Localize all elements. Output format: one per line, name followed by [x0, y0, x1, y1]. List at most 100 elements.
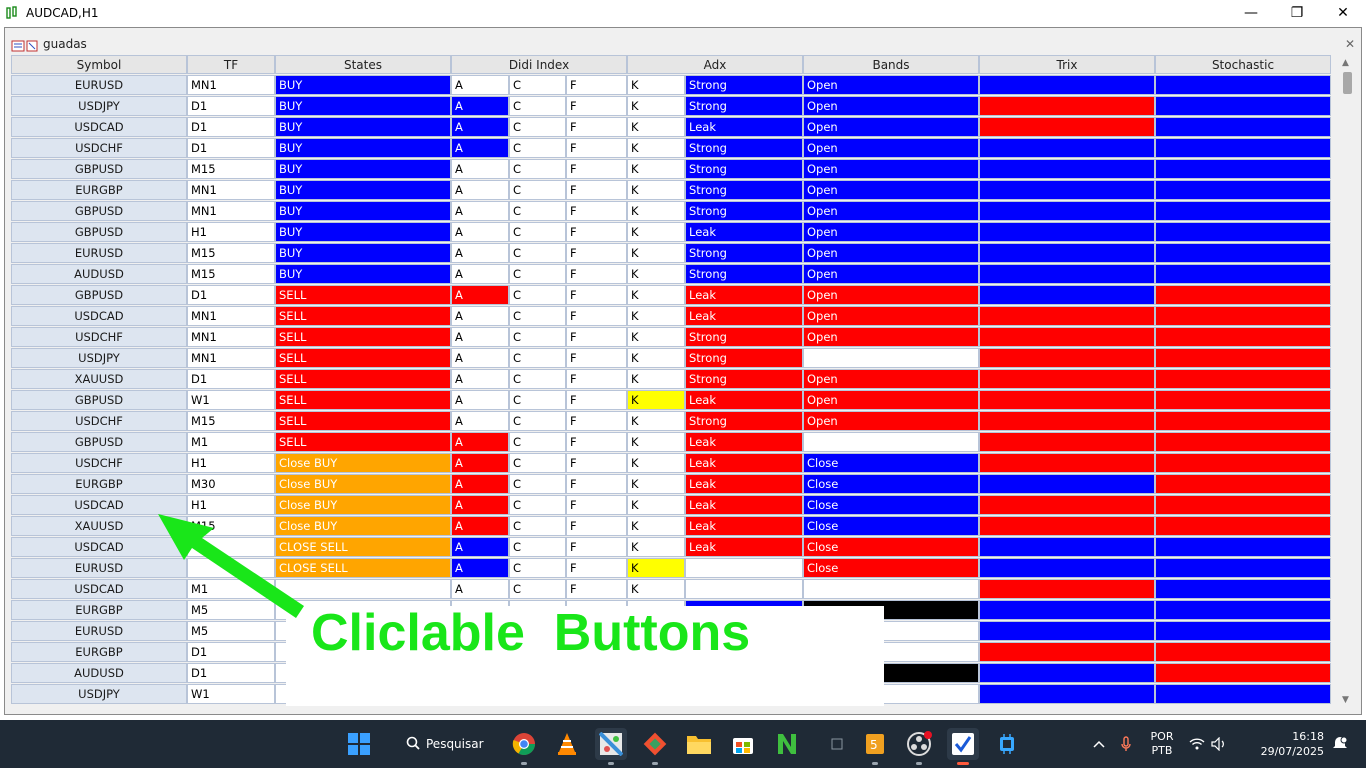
table-row: EURUSD M15 BUY A C F K Strong Open — [11, 243, 1331, 264]
state-button[interactable]: Close BUY — [275, 453, 451, 473]
scroll-up-icon[interactable]: ▲ — [1342, 58, 1349, 68]
notepad-plus-icon[interactable] — [771, 728, 803, 760]
symbol-cell[interactable]: USDCHF — [11, 138, 187, 158]
metatrader-icon[interactable] — [947, 728, 979, 765]
state-button[interactable]: SELL — [275, 327, 451, 347]
column-header[interactable]: TF — [187, 55, 275, 74]
symbol-cell[interactable]: GBPUSD — [11, 432, 187, 452]
green-arrow-icon — [158, 514, 304, 618]
symbol-cell[interactable]: USDJPY — [11, 684, 187, 704]
symbol-cell[interactable]: XAUUSD — [11, 369, 187, 389]
didi-c-cell: C — [509, 138, 566, 158]
vertical-scrollbar[interactable]: ▲ ▼ — [1339, 56, 1356, 707]
wifi-icon[interactable] — [1186, 720, 1208, 768]
state-button[interactable]: BUY — [275, 159, 451, 179]
column-header[interactable]: Adx — [627, 55, 803, 74]
symbol-cell[interactable]: USDCHF — [11, 411, 187, 431]
state-button[interactable]: SELL — [275, 369, 451, 389]
didi-c-cell: C — [509, 495, 566, 515]
state-button[interactable]: SELL — [275, 348, 451, 368]
symbol-cell[interactable]: EURUSD — [11, 75, 187, 95]
chevron-up-icon[interactable] — [1086, 720, 1112, 768]
language-indicator[interactable]: POR PTB — [1142, 720, 1182, 768]
column-header[interactable]: Stochastic — [1155, 55, 1331, 74]
store-icon[interactable] — [727, 728, 759, 760]
stochastic-cell — [1155, 159, 1331, 179]
state-button[interactable]: BUY — [275, 75, 451, 95]
column-header[interactable]: Didi Index — [451, 55, 627, 74]
symbol-cell[interactable]: USDCAD — [11, 117, 187, 137]
column-header[interactable]: States — [275, 55, 451, 74]
timeframe-cell: D1 — [187, 369, 275, 389]
symbol-cell[interactable]: EURGBP — [11, 642, 187, 662]
symbol-cell[interactable]: EURUSD — [11, 621, 187, 641]
notification-icon[interactable] — [1328, 720, 1352, 768]
timeframe-cell: MN1 — [187, 327, 275, 347]
table-row: GBPUSD D1 SELL A C F K Leak Open — [11, 285, 1331, 306]
symbol-cell[interactable]: AUDUSD — [11, 663, 187, 683]
state-button[interactable]: BUY — [275, 96, 451, 116]
state-button[interactable]: BUY — [275, 117, 451, 137]
vlc-icon[interactable] — [551, 728, 583, 760]
state-button[interactable]: BUY — [275, 138, 451, 158]
paint-icon[interactable] — [595, 728, 627, 765]
state-button[interactable]: SELL — [275, 432, 451, 452]
state-button[interactable]: BUY — [275, 264, 451, 284]
app-small-icon[interactable] — [821, 728, 853, 760]
adx-cell: Strong — [685, 264, 803, 284]
didi-f-cell: F — [566, 285, 627, 305]
panel-icon — [11, 38, 38, 52]
state-button[interactable]: SELL — [275, 306, 451, 326]
minimize-button[interactable]: — — [1228, 0, 1274, 25]
adx-cell: Strong — [685, 180, 803, 200]
volume-icon[interactable] — [1208, 720, 1230, 768]
sublime-icon[interactable]: 5 — [859, 728, 891, 765]
panel-header: guadas ✕ — [9, 33, 1357, 55]
maximize-button[interactable]: ❐ — [1274, 0, 1320, 25]
table-row: USDCHF D1 BUY A C F K Strong Open — [11, 138, 1331, 159]
symbol-cell[interactable]: GBPUSD — [11, 285, 187, 305]
state-button[interactable]: SELL — [275, 390, 451, 410]
symbol-cell[interactable]: EURGBP — [11, 180, 187, 200]
obs-icon[interactable] — [903, 728, 935, 765]
symbol-cell[interactable]: USDCHF — [11, 327, 187, 347]
state-button[interactable]: SELL — [275, 411, 451, 431]
symbol-cell[interactable]: GBPUSD — [11, 222, 187, 242]
symbol-cell[interactable]: USDCAD — [11, 306, 187, 326]
column-header[interactable]: Bands — [803, 55, 979, 74]
table-row: AUDUSD M15 BUY A C F K Strong Open — [11, 264, 1331, 285]
stochastic-cell — [1155, 117, 1331, 137]
state-button[interactable]: Close BUY — [275, 474, 451, 494]
symbol-cell[interactable]: EURUSD — [11, 243, 187, 263]
symbol-cell[interactable]: USDJPY — [11, 348, 187, 368]
scroll-down-icon[interactable]: ▼ — [1342, 695, 1349, 705]
windows-start-icon[interactable] — [343, 728, 375, 760]
scroll-thumb[interactable] — [1343, 72, 1352, 94]
clock[interactable]: 16:18 29/07/2025 — [1232, 720, 1324, 768]
file-explorer-icon[interactable] — [683, 728, 715, 760]
symbol-cell[interactable]: GBPUSD — [11, 390, 187, 410]
panel-close-icon[interactable]: ✕ — [1345, 37, 1355, 51]
symbol-cell[interactable]: GBPUSD — [11, 201, 187, 221]
didi-f-cell: F — [566, 348, 627, 368]
symbol-cell[interactable]: EURGBP — [11, 474, 187, 494]
microphone-icon[interactable] — [1114, 720, 1138, 768]
state-button[interactable]: BUY — [275, 201, 451, 221]
git-icon[interactable] — [639, 728, 671, 765]
bands-cell: Open — [803, 306, 979, 326]
state-button[interactable]: BUY — [275, 180, 451, 200]
state-button[interactable]: BUY — [275, 222, 451, 242]
symbol-cell[interactable]: GBPUSD — [11, 159, 187, 179]
close-button[interactable]: ✕ — [1320, 0, 1366, 25]
symbol-cell[interactable]: USDCHF — [11, 453, 187, 473]
state-button[interactable]: BUY — [275, 243, 451, 263]
column-header[interactable]: Symbol — [11, 55, 187, 74]
chrome-icon[interactable] — [508, 728, 540, 765]
search-button[interactable]: Pesquisar — [394, 729, 490, 759]
state-button[interactable]: SELL — [275, 285, 451, 305]
column-header[interactable]: Trix — [979, 55, 1155, 74]
timeframe-cell: H1 — [187, 222, 275, 242]
symbol-cell[interactable]: AUDUSD — [11, 264, 187, 284]
symbol-cell[interactable]: USDJPY — [11, 96, 187, 116]
chip-icon[interactable] — [991, 728, 1023, 760]
